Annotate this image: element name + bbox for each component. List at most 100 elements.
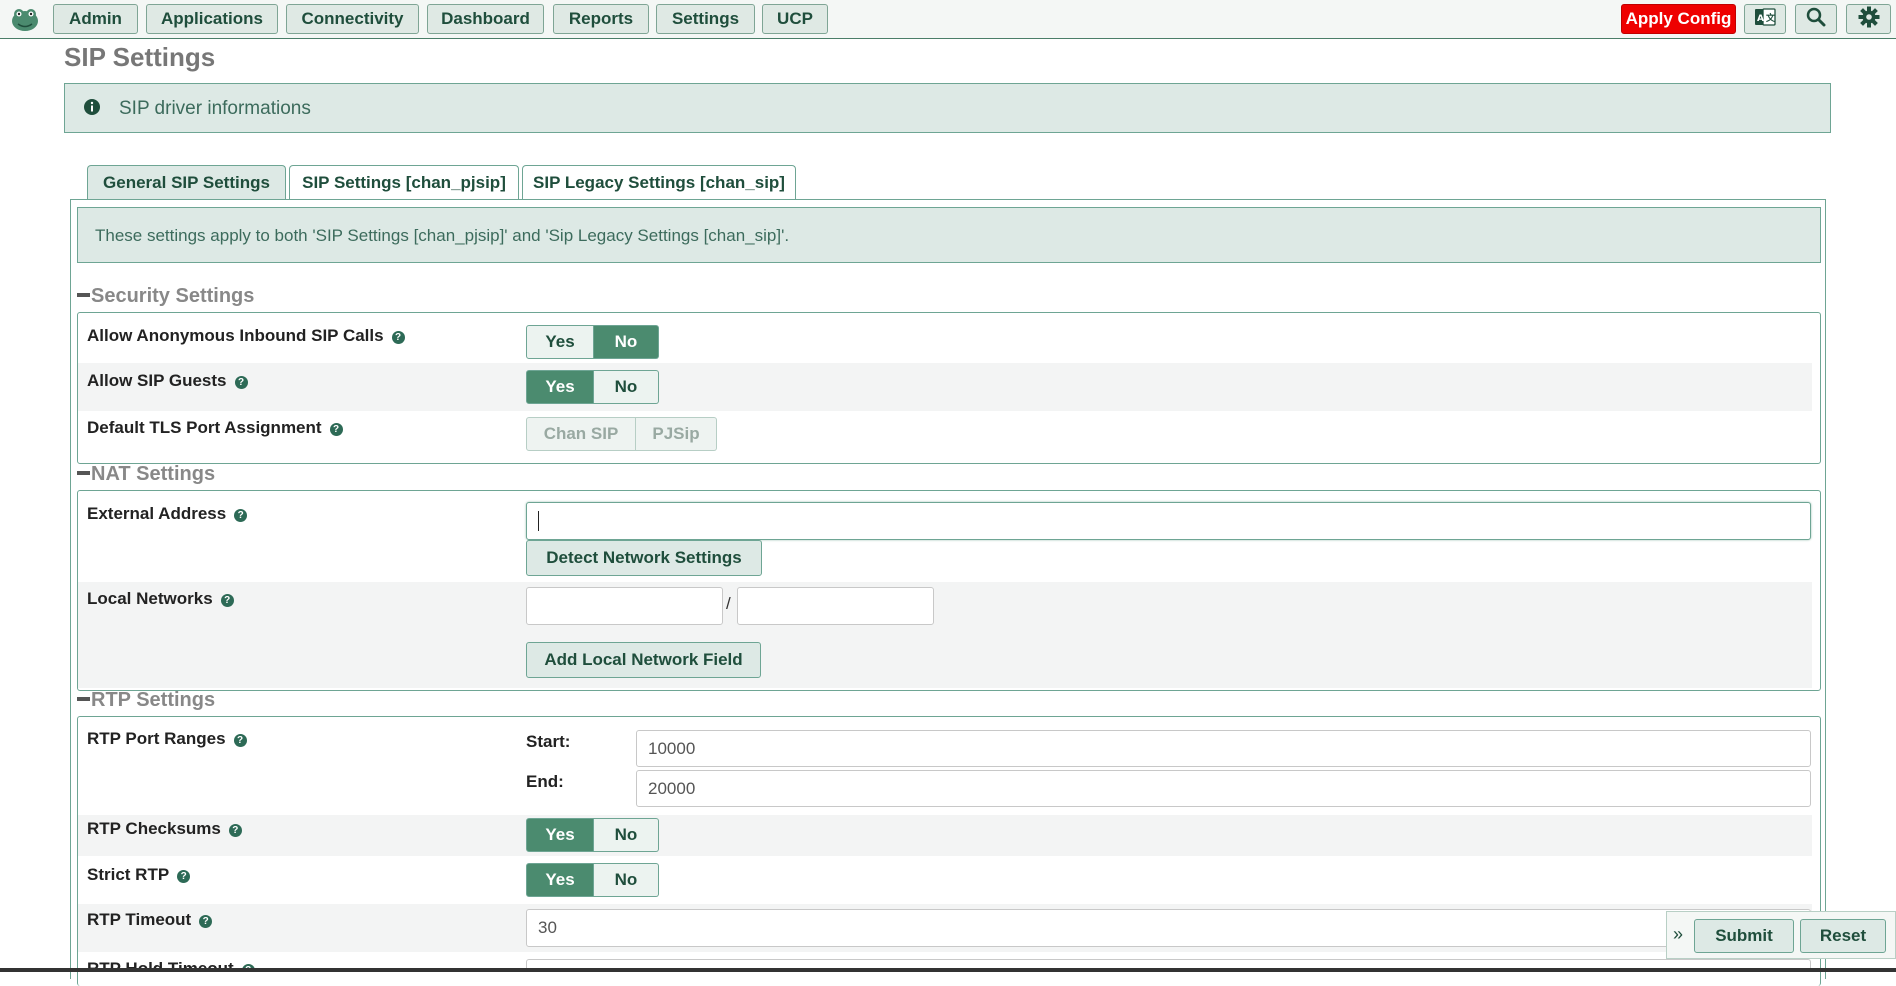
nat-settings-title: NAT Settings	[91, 463, 216, 485]
gear-icon	[1858, 6, 1880, 33]
svg-text:A: A	[1757, 14, 1764, 24]
help-icon[interactable]: ?	[177, 870, 191, 883]
help-icon[interactable]: ?	[228, 824, 242, 837]
rtp-settings-header[interactable]: RTP Settings	[77, 689, 215, 712]
apply-config-button[interactable]: Apply Config	[1621, 4, 1736, 34]
nav-admin[interactable]: Admin	[53, 4, 138, 34]
nav-applications[interactable]: Applications	[146, 4, 278, 34]
nat-settings-header[interactable]: NAT Settings	[77, 463, 215, 486]
local-networks-label: Local Networks?	[87, 589, 234, 609]
network-slash: /	[726, 594, 731, 613]
rtp-hold-timeout-label-text: RTP Hold Timeout	[87, 959, 234, 968]
collapse-icon	[77, 471, 90, 476]
tls-port-label: Default TLS Port Assignment?	[87, 418, 343, 438]
help-icon[interactable]: ?	[329, 423, 343, 436]
rtp-end-input[interactable]: 20000	[636, 770, 1811, 807]
row-background	[78, 582, 1812, 688]
tab-sip-settings-pjsip[interactable]: SIP Settings [chan_pjsip]	[289, 165, 519, 199]
row-background	[78, 363, 1812, 411]
security-settings-title: Security Settings	[91, 285, 255, 307]
security-settings-header[interactable]: Security Settings	[77, 285, 254, 308]
tab-general-sip-settings[interactable]: General SIP Settings	[87, 165, 286, 199]
settings-note-text: These settings apply to both 'SIP Settin…	[95, 226, 790, 245]
rtp-checksums-label-text: RTP Checksums	[87, 819, 221, 838]
rtp-port-ranges-label: RTP Port Ranges?	[87, 729, 247, 749]
reset-button[interactable]: Reset	[1800, 919, 1886, 953]
strict-rtp-toggle: Yes No	[526, 863, 659, 897]
strict-rtp-label-text: Strict RTP	[87, 865, 170, 884]
external-address-label: External Address?	[87, 504, 248, 524]
top-navbar: Admin Applications Connectivity Dashboar…	[0, 0, 1896, 39]
settings-menu-button[interactable]	[1846, 4, 1891, 34]
help-icon[interactable]: ?	[199, 915, 213, 928]
rtp-start-input[interactable]: 10000	[636, 730, 1811, 767]
rtp-checksums-yes[interactable]: Yes	[526, 818, 594, 852]
bottom-edge	[0, 968, 1896, 972]
rtp-checksums-no[interactable]: No	[594, 818, 659, 852]
nav-dashboard[interactable]: Dashboard	[427, 4, 544, 34]
strict-rtp-yes[interactable]: Yes	[526, 863, 594, 897]
language-button[interactable]: A 文	[1744, 4, 1786, 34]
rtp-timeout-label: RTP Timeout?	[87, 910, 213, 930]
tab-sip-legacy-settings[interactable]: SIP Legacy Settings [chan_sip]	[522, 165, 796, 199]
text-cursor	[538, 511, 539, 531]
nav-ucp[interactable]: UCP	[762, 4, 828, 34]
tls-chan-sip-option[interactable]: Chan SIP	[526, 417, 636, 451]
row-background	[78, 815, 1812, 856]
expand-footer-icon[interactable]: »	[1673, 924, 1683, 945]
nav-reports[interactable]: Reports	[553, 4, 649, 34]
floating-action-bar: » Submit Reset	[1666, 911, 1896, 959]
svg-text:文: 文	[1765, 12, 1776, 24]
local-network-mask-input[interactable]	[737, 587, 934, 625]
nav-connectivity[interactable]: Connectivity	[286, 4, 419, 34]
search-icon	[1806, 7, 1826, 32]
rtp-checksums-label: RTP Checksums?	[87, 819, 242, 839]
info-text: SIP driver informations	[119, 98, 311, 119]
sip-guests-yes[interactable]: Yes	[526, 370, 594, 404]
external-address-label-text: External Address	[87, 504, 227, 523]
help-icon[interactable]: ?	[391, 331, 405, 344]
help-icon[interactable]: ?	[234, 376, 248, 389]
detect-network-settings-button[interactable]: Detect Network Settings	[526, 540, 762, 576]
submit-button[interactable]: Submit	[1694, 919, 1794, 953]
rtp-checksums-toggle: Yes No	[526, 818, 659, 852]
rtp-hold-timeout-input[interactable]	[526, 959, 1811, 968]
tls-port-label-text: Default TLS Port Assignment	[87, 418, 322, 437]
strict-rtp-no[interactable]: No	[594, 863, 659, 897]
anonymous-calls-label: Allow Anonymous Inbound SIP Calls?	[87, 326, 405, 346]
help-icon[interactable]: ?	[234, 509, 248, 522]
info-icon	[83, 98, 101, 121]
sip-guests-label-text: Allow SIP Guests	[87, 371, 227, 390]
local-network-ip-input[interactable]	[526, 587, 723, 625]
freepbx-logo-icon[interactable]	[10, 4, 40, 34]
sip-guests-toggle: Yes No	[526, 370, 659, 404]
external-address-input[interactable]	[526, 502, 1811, 540]
rtp-port-ranges-label-text: RTP Port Ranges	[87, 729, 226, 748]
language-icon: A 文	[1754, 7, 1776, 32]
sip-guests-label: Allow SIP Guests?	[87, 371, 248, 391]
rtp-timeout-input[interactable]: 30	[526, 909, 1811, 947]
help-icon[interactable]: ?	[233, 734, 247, 747]
anonymous-calls-label-text: Allow Anonymous Inbound SIP Calls	[87, 326, 384, 345]
tls-port-toggle: Chan SIP PJSip	[526, 417, 717, 451]
local-networks-label-text: Local Networks	[87, 589, 213, 608]
rtp-end-label: End:	[526, 772, 564, 791]
help-icon[interactable]: ?	[220, 594, 234, 607]
settings-note: These settings apply to both 'SIP Settin…	[77, 207, 1821, 263]
collapse-icon	[77, 697, 90, 702]
rtp-timeout-label-text: RTP Timeout	[87, 910, 192, 929]
rtp-start-label: Start:	[526, 732, 571, 751]
tls-pjsip-option[interactable]: PJSip	[636, 417, 717, 451]
rtp-hold-timeout-label: RTP Hold Timeout?	[87, 959, 255, 968]
anonymous-calls-toggle: Yes No	[526, 325, 659, 359]
collapse-icon	[77, 293, 90, 298]
rtp-settings-title: RTP Settings	[91, 689, 216, 711]
strict-rtp-label: Strict RTP?	[87, 865, 191, 885]
add-local-network-button[interactable]: Add Local Network Field	[526, 642, 761, 678]
search-button[interactable]	[1795, 4, 1837, 34]
anonymous-calls-no[interactable]: No	[594, 325, 659, 359]
sip-guests-no[interactable]: No	[594, 370, 659, 404]
nav-settings[interactable]: Settings	[656, 4, 755, 34]
anonymous-calls-yes[interactable]: Yes	[526, 325, 594, 359]
sip-driver-info-box[interactable]: SIP driver informations	[64, 83, 1831, 133]
